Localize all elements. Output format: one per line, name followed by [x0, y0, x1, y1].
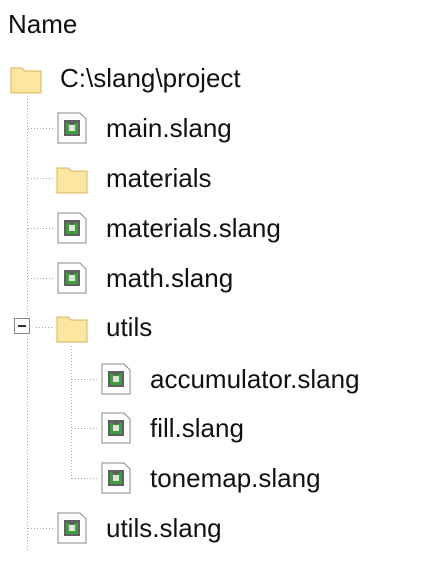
slang-file-icon	[100, 363, 132, 395]
file-tree: C:\slang\project main.slang materials ma…	[0, 0, 443, 561]
collapse-toggle-icon[interactable]	[14, 318, 30, 334]
tree-item-tonemap-slang[interactable]: tonemap.slang	[0, 453, 360, 503]
slang-file-icon	[56, 112, 88, 144]
tree-item-label: utils.slang	[106, 513, 222, 543]
tree-item-label: main.slang	[106, 113, 232, 143]
tree-item-label: math.slang	[106, 263, 234, 293]
folder-icon	[56, 162, 88, 194]
folder-icon	[56, 311, 88, 343]
tree-item-utils-slang[interactable]: utils.slang	[0, 503, 300, 553]
tree-item-fill-slang[interactable]: fill.slang	[0, 403, 320, 453]
folder-icon	[10, 62, 42, 94]
tree-item-label: accumulator.slang	[150, 364, 360, 394]
tree-item-label: utils	[106, 312, 153, 342]
slang-file-icon	[56, 212, 88, 244]
slang-file-icon	[100, 462, 132, 494]
tree-item-label: materials.slang	[106, 213, 281, 243]
tree-root[interactable]: C:\slang\project	[0, 53, 300, 103]
slang-file-icon	[100, 412, 132, 444]
tree-item-label: tonemap.slang	[150, 463, 321, 493]
tree-root-label: C:\slang\project	[60, 63, 241, 93]
slang-file-icon	[56, 262, 88, 294]
tree-item-main-slang[interactable]: main.slang	[0, 103, 300, 153]
tree-item-materials-folder[interactable]: materials	[0, 153, 300, 203]
tree-item-accumulator-slang[interactable]: accumulator.slang	[0, 354, 400, 404]
slang-file-icon	[56, 512, 88, 544]
tree-item-label: fill.slang	[150, 413, 244, 443]
tree-item-materials-slang[interactable]: materials.slang	[0, 203, 320, 253]
tree-item-math-slang[interactable]: math.slang	[0, 253, 300, 303]
tree-item-utils-folder[interactable]: utils	[40, 302, 300, 352]
tree-item-label: materials	[106, 163, 212, 193]
